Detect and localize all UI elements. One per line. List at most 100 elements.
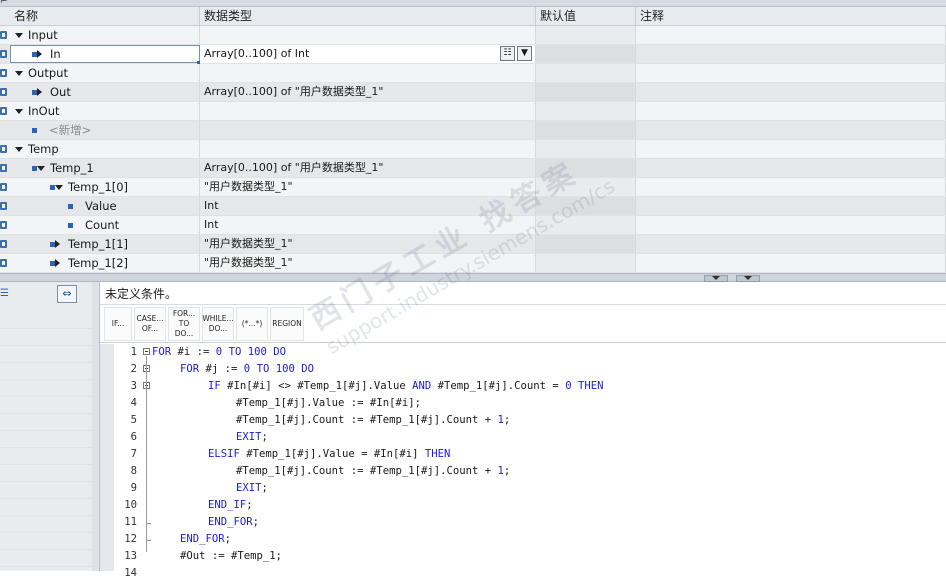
default-cell[interactable] bbox=[536, 45, 636, 63]
left-pane-scrollbar[interactable] bbox=[92, 282, 100, 571]
code-line[interactable]: 2 FOR #j := 0 TO 100 DO bbox=[114, 361, 946, 378]
code-line[interactable]: 9 EXIT; bbox=[114, 480, 946, 497]
name-cell[interactable]: Output bbox=[10, 64, 200, 82]
table-row[interactable]: Value Int bbox=[0, 197, 946, 216]
datatype-cell[interactable]: "用户数据类型_1" bbox=[200, 254, 536, 272]
default-cell[interactable] bbox=[536, 178, 636, 196]
dropdown-arrow-icon[interactable]: ▼ bbox=[517, 46, 532, 61]
datatype-cell[interactable] bbox=[200, 26, 536, 44]
name-cell[interactable]: Temp_1[0] bbox=[10, 178, 200, 196]
table-row[interactable]: Temp_1[0] "用户数据类型_1" bbox=[0, 178, 946, 197]
datatype-cell[interactable]: Array[0..100] of "用户数据类型_1" bbox=[200, 83, 536, 101]
fold-toggle-icon[interactable] bbox=[143, 348, 150, 355]
table-row[interactable]: Temp bbox=[0, 140, 946, 159]
comment-cell[interactable] bbox=[636, 178, 946, 196]
datatype-cell[interactable]: Int bbox=[200, 216, 536, 234]
default-cell[interactable] bbox=[536, 83, 636, 101]
col-header-comment[interactable]: 注释 bbox=[636, 7, 946, 25]
toolbar-comment-button[interactable]: (*...*) bbox=[236, 307, 268, 341]
col-header-default[interactable]: 默认值 bbox=[536, 7, 636, 25]
datatype-cell[interactable]: Int bbox=[200, 197, 536, 215]
splitter-grip-right[interactable] bbox=[736, 275, 760, 282]
table-row[interactable]: Output bbox=[0, 64, 946, 83]
code-line[interactable]: 12 END_FOR; bbox=[114, 531, 946, 548]
list-icon[interactable]: ☰ bbox=[0, 288, 14, 300]
default-cell[interactable] bbox=[536, 26, 636, 44]
default-cell[interactable] bbox=[536, 64, 636, 82]
code-line[interactable]: 14 bbox=[114, 565, 946, 582]
list-icon[interactable]: ☷ bbox=[500, 46, 515, 61]
comment-cell[interactable] bbox=[636, 216, 946, 234]
code-line[interactable]: 5 #Temp_1[#j].Count := #Temp_1[#j].Count … bbox=[114, 412, 946, 429]
comment-cell[interactable] bbox=[636, 26, 946, 44]
name-cell[interactable]: Out bbox=[10, 83, 200, 101]
code-line[interactable]: 7 ELSIF #Temp_1[#j].Value = #In[#i] THEN bbox=[114, 446, 946, 463]
toolbar-case-of-button[interactable]: CASE... OF... bbox=[134, 307, 166, 341]
toolbar-while-do-button[interactable]: WHILE... DO... bbox=[202, 307, 234, 341]
col-header-name[interactable]: 名称 bbox=[10, 7, 200, 25]
datatype-cell[interactable] bbox=[200, 64, 536, 82]
name-cell[interactable]: Temp_1[2] bbox=[10, 254, 200, 272]
code-line[interactable]: 8 #Temp_1[#j].Count := #Temp_1[#j].Count … bbox=[114, 463, 946, 480]
comment-cell[interactable] bbox=[636, 64, 946, 82]
comment-cell[interactable] bbox=[636, 121, 946, 139]
table-row[interactable]: Temp_1 Array[0..100] of "用户数据类型_1" bbox=[0, 159, 946, 178]
collapse-arrow-icon[interactable] bbox=[55, 185, 63, 190]
comment-cell[interactable] bbox=[636, 254, 946, 272]
default-cell[interactable] bbox=[536, 197, 636, 215]
name-cell[interactable]: Input bbox=[10, 26, 200, 44]
table-row[interactable]: InOut bbox=[0, 102, 946, 121]
collapse-arrow-icon[interactable] bbox=[37, 166, 45, 171]
name-cell[interactable]: Count bbox=[10, 216, 200, 234]
code-line[interactable]: 4 #Temp_1[#j].Value := #In[#i]; bbox=[114, 395, 946, 412]
comment-cell[interactable] bbox=[636, 45, 946, 63]
default-cell[interactable] bbox=[536, 216, 636, 234]
datatype-cell[interactable]: "用户数据类型_1" bbox=[200, 178, 536, 196]
collapse-arrow-icon[interactable] bbox=[15, 33, 23, 38]
datatype-cell[interactable] bbox=[200, 140, 536, 158]
datatype-cell[interactable] bbox=[200, 102, 536, 120]
datatype-cell[interactable]: "用户数据类型_1" bbox=[200, 235, 536, 253]
comment-cell[interactable] bbox=[636, 235, 946, 253]
name-cell[interactable]: InOut bbox=[10, 102, 200, 120]
expand-arrow-icon[interactable] bbox=[55, 240, 60, 248]
code-editor[interactable]: 1 FOR #i := 0 TO 100 DO 2 FOR #j := 0 TO 10… bbox=[100, 344, 946, 579]
collapse-arrow-icon[interactable] bbox=[15, 109, 23, 114]
name-cell[interactable]: In bbox=[10, 45, 200, 63]
table-row[interactable]: Count Int bbox=[0, 216, 946, 235]
table-row[interactable]: Out Array[0..100] of "用户数据类型_1" bbox=[0, 83, 946, 102]
name-cell[interactable]: Temp bbox=[10, 140, 200, 158]
name-cell[interactable]: <新增> bbox=[10, 121, 200, 139]
default-cell[interactable] bbox=[536, 140, 636, 158]
default-cell[interactable] bbox=[536, 102, 636, 120]
expand-arrow-icon[interactable] bbox=[37, 50, 42, 58]
code-line[interactable]: 6 EXIT; bbox=[114, 429, 946, 446]
collapse-arrow-icon[interactable] bbox=[15, 147, 23, 152]
table-row[interactable]: In Array[0..100] of Int ☷ ▼ bbox=[0, 45, 946, 64]
comment-cell[interactable] bbox=[636, 197, 946, 215]
code-line[interactable]: 3 IF #In[#i] <> #Temp_1[#j].Value AND #Te… bbox=[114, 378, 946, 395]
default-cell[interactable] bbox=[536, 254, 636, 272]
table-row[interactable]: <新增> bbox=[0, 121, 946, 140]
comment-cell[interactable] bbox=[636, 140, 946, 158]
code-line[interactable]: 10 END_IF; bbox=[114, 497, 946, 514]
swap-button[interactable]: ⇔ bbox=[57, 285, 77, 303]
expand-arrow-icon[interactable] bbox=[55, 259, 60, 267]
default-cell[interactable] bbox=[536, 121, 636, 139]
name-cell[interactable]: Temp_1[1] bbox=[10, 235, 200, 253]
splitter-grip-left[interactable] bbox=[704, 275, 728, 282]
name-cell[interactable]: Temp_1 bbox=[10, 159, 200, 177]
pane-splitter[interactable] bbox=[0, 273, 946, 282]
datatype-cell[interactable]: Array[0..100] of "用户数据类型_1" bbox=[200, 159, 536, 177]
toolbar-region-button[interactable]: REGION bbox=[270, 307, 304, 341]
toolbar-for-to-do-button[interactable]: FOR... TO DO... bbox=[168, 307, 200, 341]
expand-arrow-icon[interactable] bbox=[37, 88, 42, 96]
toolbar-if-button[interactable]: IF... bbox=[104, 307, 132, 341]
table-row[interactable]: Temp_1[2] "用户数据类型_1" bbox=[0, 254, 946, 273]
code-line[interactable]: 1 FOR #i := 0 TO 100 DO bbox=[114, 344, 946, 361]
table-row[interactable]: Temp_1[1] "用户数据类型_1" bbox=[0, 235, 946, 254]
default-cell[interactable] bbox=[536, 235, 636, 253]
collapse-arrow-icon[interactable] bbox=[15, 71, 23, 76]
code-line[interactable]: 11 END_FOR; bbox=[114, 514, 946, 531]
comment-cell[interactable] bbox=[636, 83, 946, 101]
